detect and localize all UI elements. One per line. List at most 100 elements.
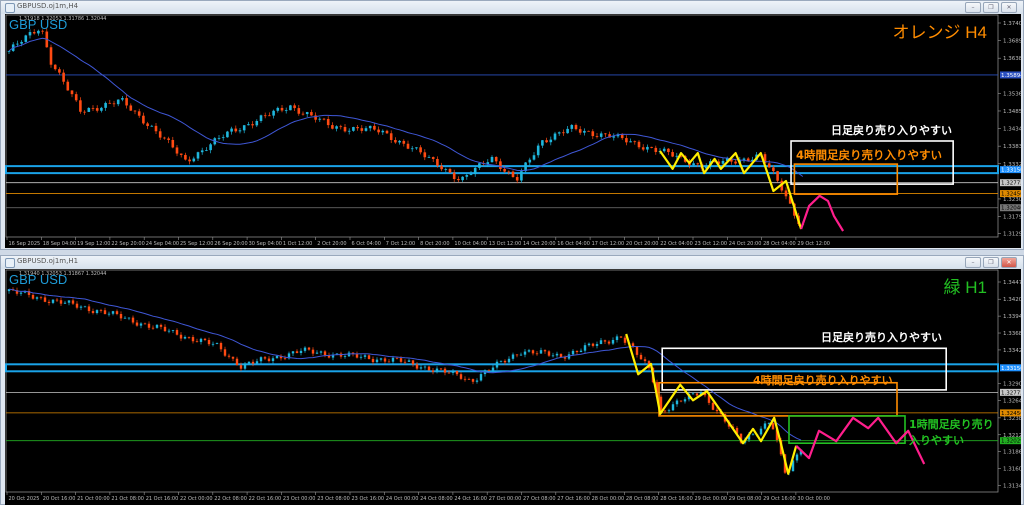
candle-body xyxy=(49,47,53,65)
candle-body xyxy=(379,358,383,360)
candle-body xyxy=(557,132,561,134)
candle-body xyxy=(226,131,229,138)
time-tick-label: 20 Oct 20:00 xyxy=(626,241,659,247)
candle-body xyxy=(763,423,767,429)
minimize-button[interactable]: – xyxy=(965,2,981,13)
price-tick-label: 1.36380 xyxy=(1003,56,1021,62)
time-tick-label: 27 Oct 00:00 xyxy=(489,496,522,502)
candle-body xyxy=(439,368,443,370)
price-swing-line xyxy=(659,150,803,230)
candle-body xyxy=(604,133,607,135)
candle-body xyxy=(373,125,376,130)
price-tick-label: 1.32300 xyxy=(1003,197,1021,203)
restore-button[interactable]: ❐ xyxy=(983,257,999,268)
time-tick-label: 21 Oct 08:00 xyxy=(111,496,144,502)
candle-body xyxy=(675,400,679,405)
candle-body xyxy=(20,41,23,44)
candle-body xyxy=(583,130,586,133)
candle-body xyxy=(451,370,455,373)
timeframe-label: オレンジ H4 xyxy=(892,23,987,42)
time-tick-label: 24 Oct 08:00 xyxy=(420,496,453,502)
minimize-button[interactable]: – xyxy=(965,257,981,268)
candle-body xyxy=(543,350,547,352)
candle-body xyxy=(95,310,99,314)
restore-button[interactable]: ❐ xyxy=(983,2,999,13)
candle-body xyxy=(239,365,243,369)
candle-body xyxy=(455,370,459,375)
candle-body xyxy=(603,340,607,342)
candle-body xyxy=(268,115,271,117)
candle-body xyxy=(578,129,582,133)
candle-body xyxy=(322,118,326,120)
close-button[interactable]: ✕ xyxy=(1001,257,1017,268)
candle-body xyxy=(303,347,307,351)
price-chart-h1[interactable]: 1.34470 1.34205 1.33945 1.33685 1.33425 1.329… xyxy=(5,269,1021,505)
candle-body xyxy=(192,158,196,162)
candle-body xyxy=(587,343,591,346)
candle-body xyxy=(100,107,103,111)
time-tick-label: 20 Oct 2025 xyxy=(9,496,40,502)
candle-body xyxy=(205,150,208,151)
candle-body xyxy=(448,169,452,173)
candle-body xyxy=(487,370,491,372)
candle-body xyxy=(536,145,540,156)
candle-body xyxy=(531,350,535,354)
candle-body xyxy=(607,341,611,344)
candle-body xyxy=(639,354,643,360)
candle-body xyxy=(339,126,343,128)
time-tick-label: 14 Oct 20:00 xyxy=(523,241,556,247)
candle-body xyxy=(47,301,51,303)
candle-body xyxy=(643,359,647,362)
candle-body xyxy=(671,404,675,411)
candle-body xyxy=(503,360,507,363)
close-button[interactable]: ✕ xyxy=(1001,2,1017,13)
candle-body xyxy=(209,144,212,151)
time-tick-label: 27 Oct 16:00 xyxy=(557,496,590,502)
candle-body xyxy=(171,330,175,331)
chart-window-icon xyxy=(5,258,15,268)
candle-body xyxy=(419,147,422,153)
candle-body xyxy=(203,338,207,341)
candle-body xyxy=(39,297,43,299)
candle-body xyxy=(289,105,292,111)
candle-body xyxy=(59,300,63,304)
candle-body xyxy=(283,358,287,360)
window-titlebar[interactable]: GBPUSD.oj1m,H4 – ❐ ✕ xyxy=(1,1,1023,14)
candle-body xyxy=(364,128,368,131)
time-tick-label: 6 Oct 04:00 xyxy=(352,241,381,247)
time-tick-label: 23 Oct 12:00 xyxy=(695,241,728,247)
candle-body xyxy=(695,393,699,396)
candle-body xyxy=(251,124,254,126)
candle-body xyxy=(371,358,375,363)
price-swing-line xyxy=(625,333,798,475)
time-tick-label: 28 Oct 08:00 xyxy=(626,496,659,502)
candle-body xyxy=(637,141,641,148)
candle-body xyxy=(623,337,627,343)
candle-body xyxy=(326,119,330,126)
time-tick-label: 24 Oct 20:00 xyxy=(729,241,762,247)
candle-body xyxy=(528,159,532,163)
candle-body xyxy=(155,324,159,328)
candle-body xyxy=(356,127,359,129)
candle-body xyxy=(95,108,99,111)
candle-body xyxy=(184,154,187,160)
candle-body xyxy=(377,129,380,133)
time-tick-label: 21 Oct 00:00 xyxy=(77,496,110,502)
candle-body xyxy=(223,349,227,356)
candle-body xyxy=(91,311,95,314)
chart-window-h1: GBPUSD.oj1m,H1 – ❐ ✕ 1.34470 1.34205 1.339… xyxy=(0,255,1024,505)
annotation-h1-line2: 入りやすい xyxy=(909,434,964,447)
candle-body xyxy=(553,133,557,140)
time-tick-label: 28 Oct 04:00 xyxy=(763,241,796,247)
candle-body xyxy=(423,366,427,368)
window-titlebar[interactable]: GBPUSD.oj1m,H1 – ❐ ✕ xyxy=(1,256,1023,269)
time-tick-label: 29 Oct 08:00 xyxy=(729,496,762,502)
candle-body xyxy=(179,334,183,339)
timeframe-label: 緑 H1 xyxy=(943,278,987,297)
time-tick-label: 24 Sep 04:00 xyxy=(146,241,179,247)
candle-body xyxy=(570,125,574,129)
candle-body xyxy=(427,157,431,158)
price-chart-h4[interactable]: 1.37400 1.36890 1.36380 1.35360 1.34850 1.343… xyxy=(5,14,1021,248)
candle-body xyxy=(147,323,151,328)
candle-body xyxy=(263,357,267,359)
